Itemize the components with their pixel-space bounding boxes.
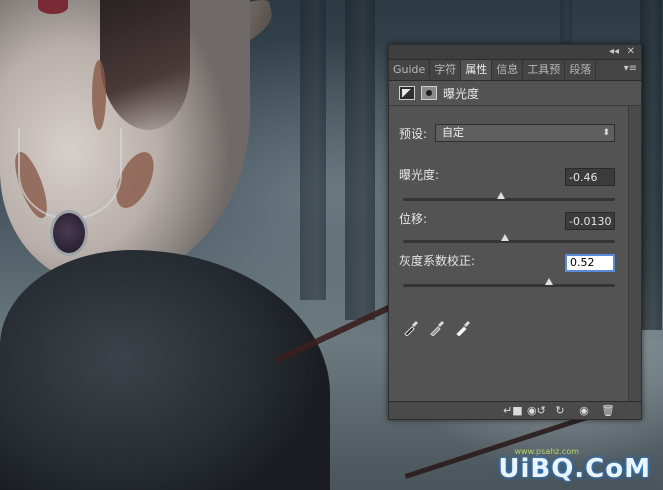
close-icon[interactable]: ✕ (627, 45, 635, 59)
clip-to-layer-icon[interactable]: ↵■ (503, 404, 523, 418)
tab-paragraph[interactable]: 段落 (565, 60, 597, 80)
gray-point-eyedropper-icon[interactable] (429, 320, 445, 337)
adjustment-title: 曝光度 (443, 86, 480, 101)
properties-panel: ◂◂ ✕ Guide 字符 属性 信息 工具预 段落 ▾≡ 曝光度 预设: 自定… (388, 44, 642, 420)
panel-titlebar[interactable]: ◂◂ ✕ (389, 45, 641, 60)
collapse-icon[interactable]: ◂◂ (609, 45, 619, 59)
chevron-updown-icon: ⬍ (602, 128, 610, 138)
necklace-chain (18, 128, 122, 220)
tab-guide[interactable]: Guide (389, 60, 431, 80)
tree-trunk (300, 0, 326, 300)
panel-menu-icon[interactable]: ▾≡ (624, 63, 637, 74)
panel-tabs: Guide 字符 属性 信息 工具预 段落 ▾≡ (389, 60, 641, 81)
figure-dress (0, 250, 330, 490)
gamma-slider-track[interactable] (403, 278, 615, 287)
exposure-input[interactable]: -0.46 (565, 168, 615, 186)
preset-label: 预设: (399, 127, 428, 141)
gamma-label: 灰度系数校正: (399, 254, 476, 268)
offset-input[interactable]: -0.0130 (565, 212, 615, 230)
tattoo-mark (92, 60, 106, 130)
tree-trunk (640, 0, 662, 330)
adjustment-controls: 预设: 自定 ⬍ 曝光度: -0.46 位移: -0.0130 灰度系数校正: … (389, 106, 641, 406)
reset-icon[interactable]: ↻ (551, 404, 569, 418)
panel-bottom-toolbar: ↵■ ◉↺ ↻ ◉ 🗑 (389, 401, 641, 419)
visibility-eye-icon[interactable]: ◉ (575, 404, 593, 418)
pendant (50, 210, 88, 256)
offset-slider-track[interactable] (403, 234, 615, 243)
tab-properties[interactable]: 属性 (461, 60, 493, 80)
offset-slider-thumb[interactable] (500, 234, 509, 241)
watermark-logo: UiBQ.CoM (498, 454, 651, 484)
exposure-slider-track[interactable] (403, 192, 615, 201)
gamma-slider-thumb[interactable] (545, 278, 554, 285)
tab-info[interactable]: 信息 (492, 60, 524, 80)
trash-icon[interactable]: 🗑 (599, 404, 617, 418)
gamma-input[interactable]: 0.52 (565, 254, 615, 272)
panel-scrollbar[interactable] (628, 106, 641, 406)
exposure-adjustment-icon[interactable] (399, 86, 415, 100)
tab-character[interactable]: 字符 (430, 60, 462, 80)
exposure-slider-thumb[interactable] (496, 192, 505, 199)
preset-dropdown[interactable]: 自定 ⬍ (435, 124, 615, 142)
tree-trunk (345, 0, 375, 320)
adjustment-header: 曝光度 (389, 81, 641, 106)
tab-tool-presets[interactable]: 工具预 (523, 60, 566, 80)
preset-value: 自定 (442, 126, 464, 139)
offset-label: 位移: (399, 212, 428, 226)
white-point-eyedropper-icon[interactable] (455, 320, 471, 337)
mask-icon[interactable] (421, 86, 437, 100)
black-point-eyedropper-icon[interactable] (403, 320, 419, 337)
exposure-label: 曝光度: (399, 168, 440, 182)
view-previous-icon[interactable]: ◉↺ (527, 404, 546, 418)
figure-lips (38, 0, 68, 14)
